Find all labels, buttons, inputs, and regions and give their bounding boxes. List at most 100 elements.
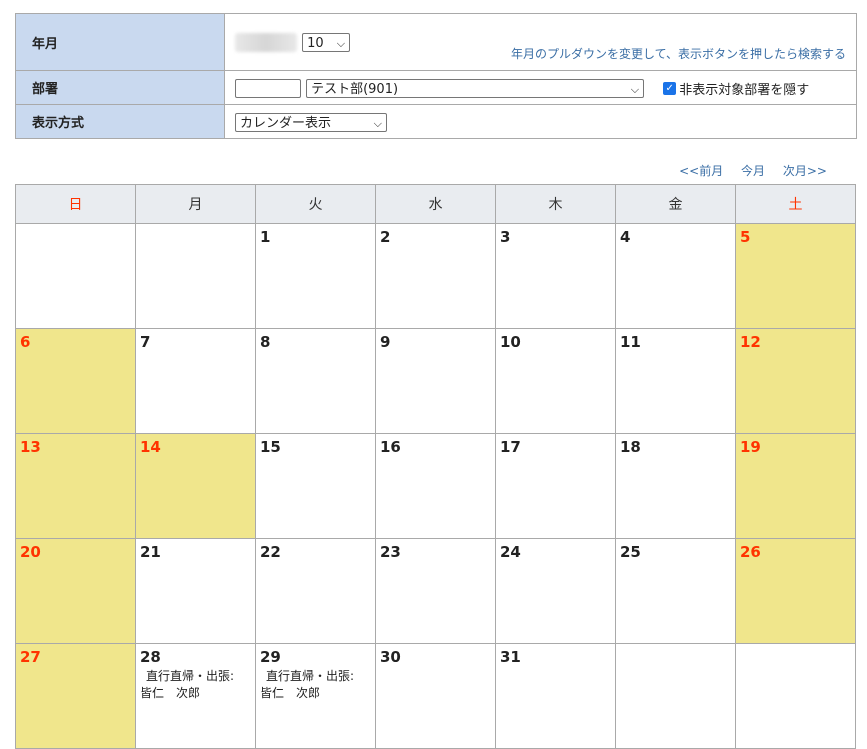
chevron-down-icon: ⌵ — [336, 37, 346, 50]
weekday-header: 日 — [15, 184, 136, 224]
calendar-day-cell[interactable] — [135, 223, 256, 329]
calendar-event-text: 直行直帰・出張: — [266, 669, 355, 683]
calendar-event-text: 皆仁 次郎 — [140, 686, 201, 700]
search-hint: 年月のプルダウンを変更して、表示ボタンを押したら検索する — [510, 47, 846, 61]
day-number: 25 — [620, 543, 641, 561]
calendar-day-cell[interactable] — [15, 223, 136, 329]
day-number: 16 — [380, 438, 401, 456]
day-number: 20 — [20, 543, 41, 561]
day-number: 22 — [260, 543, 281, 561]
calendar-day-cell[interactable]: 19 — [735, 433, 856, 539]
calendar-day-cell[interactable]: 12 — [735, 328, 856, 434]
calendar-week-row: 27 28 直行直帰・出張: 皆仁 次郎 29 直行直帰・出張: 皆仁 次郎 30 31 — [15, 643, 856, 749]
day-number: 30 — [380, 648, 401, 666]
chevron-down-icon: ⌵ — [630, 82, 640, 96]
day-number: 6 — [20, 333, 31, 351]
calendar-day-cell[interactable]: 5 — [735, 223, 856, 329]
day-number: 9 — [380, 333, 391, 351]
dept-select[interactable]: テスト部(901) ⌵ — [306, 78, 645, 98]
year-select-blurred[interactable] — [235, 33, 297, 52]
calendar-day-cell[interactable]: 4 — [615, 223, 736, 329]
day-number: 15 — [260, 438, 281, 456]
calendar-day-cell[interactable]: 14 — [135, 433, 256, 539]
calendar-day-cell[interactable]: 26 — [735, 538, 856, 644]
day-number: 31 — [500, 648, 521, 666]
calendar-day-cell[interactable]: 11 — [615, 328, 736, 434]
current-month-link[interactable]: 今月 — [741, 164, 765, 178]
calendar-day-cell[interactable]: 23 — [375, 538, 496, 644]
calendar-week-row: 6 7 8 9 10 11 12 — [15, 328, 856, 434]
calendar-day-cell[interactable]: 6 — [15, 328, 136, 434]
calendar-day-cell[interactable]: 28 直行直帰・出張: 皆仁 次郎 — [135, 643, 256, 749]
calendar-day-cell[interactable]: 30 — [375, 643, 496, 749]
calendar-day-cell[interactable]: 31 — [495, 643, 616, 749]
day-number: 29 — [260, 648, 281, 666]
calendar-day-cell[interactable] — [615, 643, 736, 749]
calendar-day-cell[interactable]: 29 直行直帰・出張: 皆仁 次郎 — [255, 643, 376, 749]
day-number: 28 — [140, 648, 161, 666]
day-number: 5 — [740, 228, 751, 246]
weekday-header: 木 — [495, 184, 616, 224]
calendar-day-cell[interactable]: 2 — [375, 223, 496, 329]
month-select-value: 10 — [307, 36, 324, 51]
dept-code-input[interactable] — [235, 78, 301, 98]
weekday-header: 月 — [135, 184, 256, 224]
day-number: 24 — [500, 543, 521, 561]
calendar-day-cell[interactable]: 8 — [255, 328, 376, 434]
display-mode-select[interactable]: カレンダー表示 ⌵ — [235, 112, 387, 132]
year-month-label: 年月 — [15, 13, 225, 71]
calendar-day-cell[interactable]: 7 — [135, 328, 256, 434]
day-number: 21 — [140, 543, 161, 561]
calendar-grid: 日月火水木金土 1 2 3 4 5 6 7 8 9 10 11 12 13 14 15 16 17 18 19 20 2… — [15, 184, 856, 749]
calendar-day-cell[interactable]: 13 — [15, 433, 136, 539]
calendar-day-cell[interactable]: 21 — [135, 538, 256, 644]
day-number: 19 — [740, 438, 761, 456]
calendar-day-cell[interactable]: 17 — [495, 433, 616, 539]
day-number: 12 — [740, 333, 761, 351]
calendar-week-row: 1 2 3 4 5 — [15, 223, 856, 329]
calendar-day-cell[interactable]: 24 — [495, 538, 616, 644]
day-number: 3 — [500, 228, 511, 246]
calendar-day-cell[interactable]: 25 — [615, 538, 736, 644]
calendar-day-cell[interactable]: 15 — [255, 433, 376, 539]
day-number: 8 — [260, 333, 271, 351]
day-number: 11 — [620, 333, 641, 351]
day-number: 2 — [380, 228, 391, 246]
chevron-down-icon: ⌵ — [373, 116, 382, 130]
calendar-day-cell[interactable]: 27 — [15, 643, 136, 749]
display-mode-select-value: カレンダー表示 — [240, 115, 332, 131]
dept-select-value: テスト部(901) — [311, 81, 399, 97]
calendar-week-row: 13 14 15 16 17 18 19 — [15, 433, 856, 539]
calendar-day-cell[interactable]: 10 — [495, 328, 616, 434]
weekday-header: 火 — [255, 184, 376, 224]
calendar-day-cell[interactable]: 16 — [375, 433, 496, 539]
calendar-event-text: 皆仁 次郎 — [260, 686, 321, 700]
prev-month-link[interactable]: <<前月 — [679, 164, 723, 178]
hide-dept-checkbox-label: 非表示対象部署を隠す — [679, 82, 810, 98]
day-number: 13 — [20, 438, 41, 456]
calendar-day-cell[interactable]: 18 — [615, 433, 736, 539]
calendar-day-cell[interactable]: 22 — [255, 538, 376, 644]
display-mode-label: 表示方式 — [15, 104, 225, 139]
dept-label: 部署 — [15, 70, 225, 105]
next-month-link[interactable]: 次月>> — [783, 164, 827, 178]
weekday-header: 水 — [375, 184, 496, 224]
day-number: 14 — [140, 438, 161, 456]
calendar-day-cell[interactable] — [735, 643, 856, 749]
hide-dept-checkbox[interactable]: ✓ — [663, 81, 677, 95]
day-number: 4 — [620, 228, 631, 246]
calendar-day-cell[interactable]: 3 — [495, 223, 616, 329]
day-number: 23 — [380, 543, 401, 561]
calendar-day-cell[interactable]: 20 — [15, 538, 136, 644]
day-number: 1 — [260, 228, 271, 246]
search-form: 年月 10 ⌵ 年月のプルダウンを変更して、表示ボタンを押したら検索する 部署 … — [15, 13, 857, 139]
day-number: 18 — [620, 438, 641, 456]
calendar-event-text: 直行直帰・出張: — [146, 669, 235, 683]
day-number: 17 — [500, 438, 521, 456]
calendar-day-cell[interactable]: 1 — [255, 223, 376, 329]
calendar-day-cell[interactable]: 9 — [375, 328, 496, 434]
month-nav: <<前月 今月 次月>> — [665, 162, 827, 179]
month-select[interactable]: 10 ⌵ — [302, 33, 351, 52]
day-number: 26 — [740, 543, 761, 561]
day-number: 7 — [140, 333, 151, 351]
